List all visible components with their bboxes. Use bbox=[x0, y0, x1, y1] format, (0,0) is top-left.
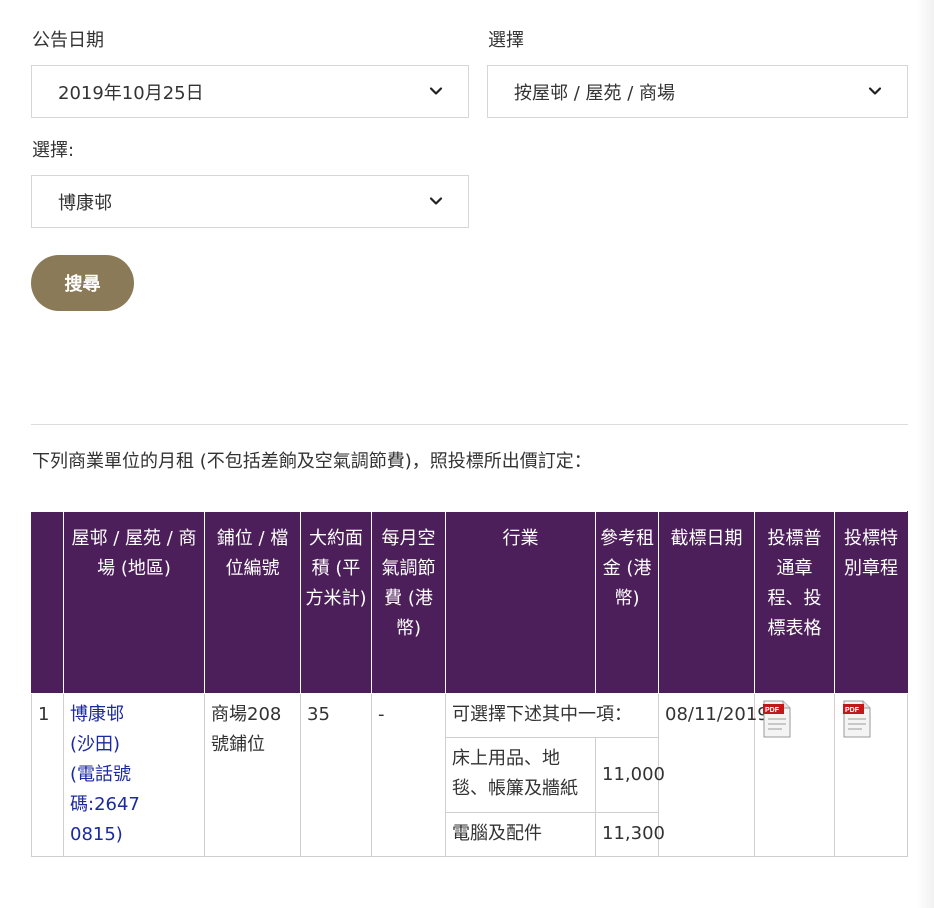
pdf-icon[interactable]: PDF bbox=[763, 700, 791, 738]
type-select[interactable]: 按屋邨 / 屋苑 / 商場 bbox=[487, 65, 908, 118]
header-no bbox=[31, 511, 64, 694]
type-select-value: 按屋邨 / 屋苑 / 商場 bbox=[514, 82, 676, 104]
estate-select-value: 博康邨 bbox=[58, 192, 112, 214]
estate-label: 選擇: bbox=[32, 140, 75, 161]
header-general-terms: 投標普通章程、投標表格 bbox=[754, 511, 835, 694]
phone-link[interactable]: (電話號碼:2647 0815) bbox=[70, 760, 198, 850]
date-select-value: 2019年10月25日 bbox=[58, 82, 204, 104]
header-estate: 屋邨 / 屋苑 / 商場 (地區) bbox=[63, 511, 205, 694]
table-header-row: 屋邨 / 屋苑 / 商場 (地區) 鋪位 / 檔位編號 大約面積 (平方米計) … bbox=[31, 511, 908, 694]
table-row: 1 博康邨 (沙田) (電話號碼:2647 0815) 商場208號鋪位 35 … bbox=[31, 692, 908, 857]
header-trade: 行業 bbox=[445, 511, 596, 694]
header-area: 大約面積 (平方米計) bbox=[300, 511, 372, 694]
chevron-down-icon bbox=[429, 87, 443, 95]
district-link[interactable]: (沙田) bbox=[70, 730, 198, 760]
estate-select[interactable]: 博康邨 bbox=[31, 175, 469, 228]
svg-text:PDF: PDF bbox=[765, 707, 780, 714]
ref-rent-value: 11,000 bbox=[595, 737, 665, 813]
search-button[interactable]: 搜尋 bbox=[31, 255, 134, 311]
estate-cell: 博康邨 (沙田) (電話號碼:2647 0815) bbox=[63, 693, 205, 857]
svg-text:PDF: PDF bbox=[845, 707, 860, 714]
tender-table: 屋邨 / 屋苑 / 商場 (地區) 鋪位 / 檔位編號 大約面積 (平方米計) … bbox=[31, 511, 908, 858]
row-number: 1 bbox=[31, 693, 64, 857]
pdf-icon[interactable]: PDF bbox=[843, 700, 871, 738]
chevron-down-icon bbox=[429, 197, 443, 205]
special-terms-cell: PDF bbox=[834, 693, 908, 857]
general-terms-cell: PDF bbox=[754, 693, 835, 857]
header-special-terms: 投標特別章程 bbox=[834, 511, 908, 694]
shop-cell: 商場208號鋪位 bbox=[204, 693, 301, 857]
date-label: 公告日期 bbox=[32, 30, 104, 51]
header-ac-fee: 每月空氣調節費 (港幣) bbox=[371, 511, 446, 694]
area-cell: 35 bbox=[300, 693, 372, 857]
trade-option-note: 可選擇下述其中一項： bbox=[445, 692, 659, 739]
closing-date-cell: 08/11/2019 bbox=[658, 693, 769, 857]
trade-name: 電腦及配件 bbox=[445, 811, 596, 858]
date-select[interactable]: 2019年10月25日 bbox=[31, 65, 469, 118]
type-label: 選擇 bbox=[488, 30, 524, 51]
page-edge-shade bbox=[916, 0, 934, 908]
header-shop: 鋪位 / 檔位編號 bbox=[204, 511, 301, 694]
chevron-down-icon bbox=[868, 87, 882, 95]
header-ref-rent: 參考租金 (港幣) bbox=[595, 511, 659, 694]
intro-text: 下列商業單位的月租 (不包括差餉及空氣調節費)，照投標所出價訂定： bbox=[32, 451, 592, 472]
ac-fee-cell: - bbox=[371, 693, 446, 857]
section-divider bbox=[31, 424, 908, 425]
estate-link[interactable]: 博康邨 bbox=[70, 700, 198, 730]
header-closing-date: 截標日期 bbox=[658, 511, 755, 694]
trade-name: 床上用品、地毯、帳簾及牆紙 bbox=[445, 737, 596, 813]
ref-rent-value: 11,300 bbox=[595, 811, 665, 858]
